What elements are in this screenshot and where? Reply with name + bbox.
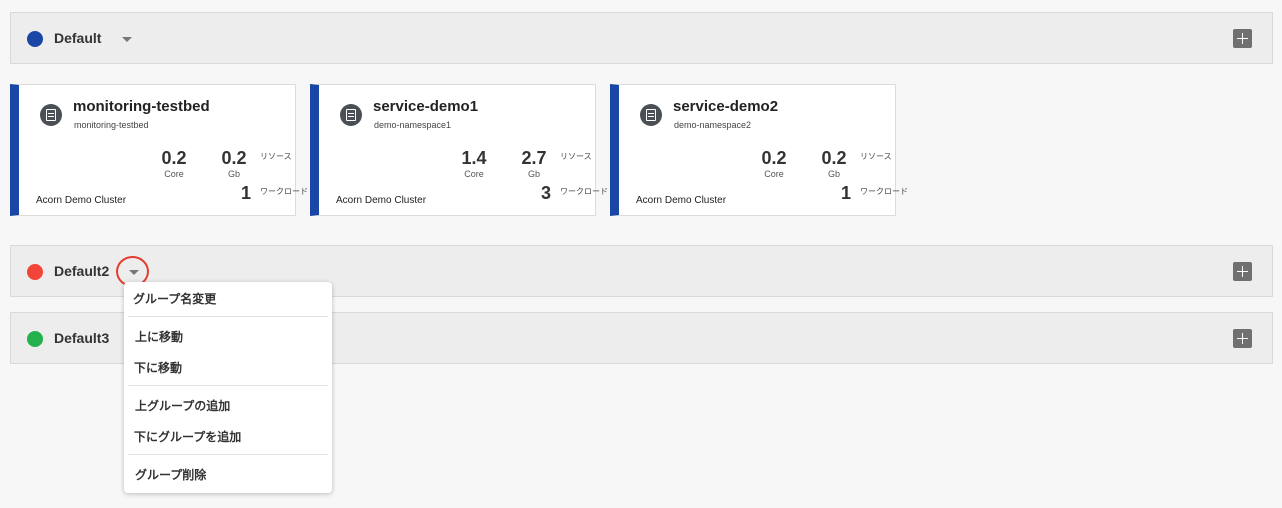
namespace-cube-icon [640,104,662,126]
card-namespace: demo-namespace2 [674,120,752,130]
memory-value: 0.2 [821,148,847,168]
memory-unit: Gb [227,169,240,179]
resource-label: リソース [860,152,892,161]
core-unit: Core [464,169,484,179]
workload-count: 1 [240,183,251,203]
card-title: monitoring-testbed [73,98,210,115]
group-dropdown-button[interactable] [115,29,139,49]
memory-value: 2.7 [521,148,547,168]
group-color-dot [27,331,43,347]
core-unit: Core [764,169,784,179]
group-name: Default2 [54,263,110,279]
namespace-cube-icon [40,104,62,126]
cluster-name: Acorn Demo Cluster [336,195,427,206]
namespace-card-service-demo1[interactable]: service-demo1 demo-namespace1 1.4 Core 2… [310,84,608,216]
group-dropdown-button[interactable] [122,262,146,282]
menu-divider [128,385,328,386]
menu-item-move-up[interactable]: 上に移動 [124,324,332,350]
add-namespace-button[interactable] [1233,262,1252,281]
menu-item-delete-group[interactable]: グループ削除 [124,462,332,488]
caret-down-icon [129,270,139,275]
cluster-name: Acorn Demo Cluster [36,195,127,206]
card-namespace: demo-namespace1 [374,120,452,130]
workload-label: ワークロード [560,187,608,196]
workload-count: 1 [840,183,851,203]
card-title: service-demo2 [673,98,779,115]
resource-label: リソース [260,152,292,161]
add-namespace-button[interactable] [1233,329,1252,348]
menu-item-move-down[interactable]: 下に移動 [124,355,332,381]
core-value: 0.2 [161,148,187,168]
menu-item-add-group-below[interactable]: 下にグループを追加 [124,424,332,450]
memory-unit: Gb [527,169,540,179]
core-value: 1.4 [461,148,487,168]
card-namespace: monitoring-testbed [74,120,149,130]
resource-label: リソース [560,152,592,161]
group-color-dot [27,264,43,280]
cluster-name: Acorn Demo Cluster [636,195,727,206]
workload-label: ワークロード [260,187,308,196]
menu-divider [128,454,328,455]
group-name: Default [54,30,102,46]
menu-item-rename-group[interactable]: グループ名変更 [124,286,332,312]
group-context-menu: グループ名変更 上に移動 下に移動 上グループの追加 下にグループを追加 グルー… [124,282,332,493]
caret-down-icon [122,37,132,42]
add-namespace-button[interactable] [1233,29,1252,48]
namespace-cube-icon [340,104,362,126]
memory-unit: Gb [827,169,840,179]
group-header-default: Default [10,12,1273,64]
workload-label: ワークロード [860,187,908,196]
memory-value: 0.2 [221,148,247,168]
card-title: service-demo1 [373,98,479,115]
core-value: 0.2 [761,148,787,168]
menu-divider [128,316,328,317]
namespace-card-monitoring-testbed[interactable]: monitoring-testbed monitoring-testbed 0.… [10,84,308,216]
namespace-card-service-demo2[interactable]: service-demo2 demo-namespace2 0.2 Core 0… [610,84,908,216]
workload-count: 3 [540,183,551,203]
core-unit: Core [164,169,184,179]
menu-item-add-group-above[interactable]: 上グループの追加 [124,393,332,419]
group-name: Default3 [54,330,110,346]
group-color-dot [27,31,43,47]
